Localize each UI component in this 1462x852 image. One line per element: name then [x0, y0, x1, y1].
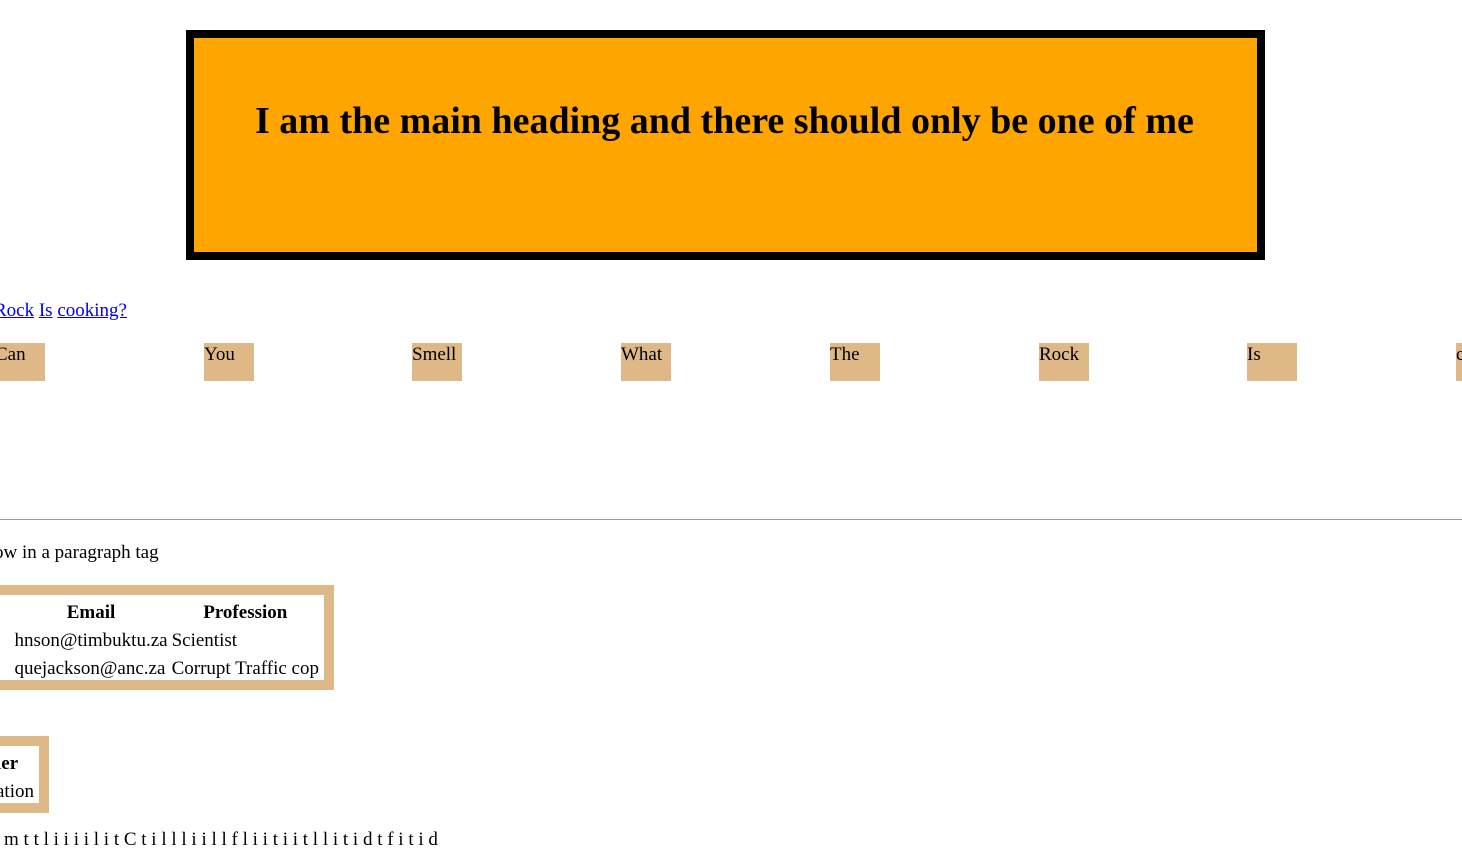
cell-profession: Scientist: [171, 630, 238, 651]
cell-email: quejackson@anc.za: [14, 658, 166, 679]
table-header-row: Email Profession: [13, 600, 320, 626]
cell-email: hnson@timbuktu.za: [14, 630, 168, 651]
link-is[interactable]: Is: [39, 300, 53, 321]
horizontal-rule: [0, 519, 1462, 520]
cell-profession: Corrupt Traffic cop: [171, 658, 319, 679]
table-header-row: ler: [0, 751, 35, 777]
main-heading: I am the main heading and there should o…: [255, 100, 1194, 142]
word-chip: You: [204, 343, 254, 381]
table-row: hnson@timbuktu.za Scientist: [13, 628, 320, 654]
small-table-header: ler: [0, 753, 19, 774]
small-table: ler ation: [0, 749, 37, 807]
small-table-cell: ation: [0, 781, 34, 802]
word-chip: c: [1456, 343, 1462, 381]
link-row: Rock Is cooking?: [0, 299, 127, 323]
table-row: quejackson@anc.za Corrupt Traffic cop: [13, 656, 320, 682]
table-row: ation: [0, 779, 35, 805]
word-chip: Rock: [1039, 343, 1089, 381]
word-chip: What: [621, 343, 671, 381]
word-chip: Smell: [412, 343, 462, 381]
word-chip: The: [830, 343, 880, 381]
paragraph-text: ow in a paragraph tag: [0, 542, 159, 563]
people-table: Email Profession hnson@timbuktu.za Scien…: [11, 598, 322, 684]
bottom-paragraph: t m t t l i i i i l i t C t i l l l i i …: [0, 829, 438, 850]
main-heading-banner: I am the main heading and there should o…: [186, 30, 1265, 260]
link-rock[interactable]: Rock: [0, 300, 34, 321]
small-table-container: ler ation: [0, 736, 49, 813]
people-table-container: Email Profession hnson@timbuktu.za Scien…: [0, 585, 334, 690]
link-cooking[interactable]: cooking?: [57, 300, 127, 321]
word-chip: Is: [1247, 343, 1297, 381]
word-chip: Can: [0, 343, 45, 381]
header-profession: Profession: [203, 602, 288, 623]
header-email: Email: [66, 602, 116, 623]
